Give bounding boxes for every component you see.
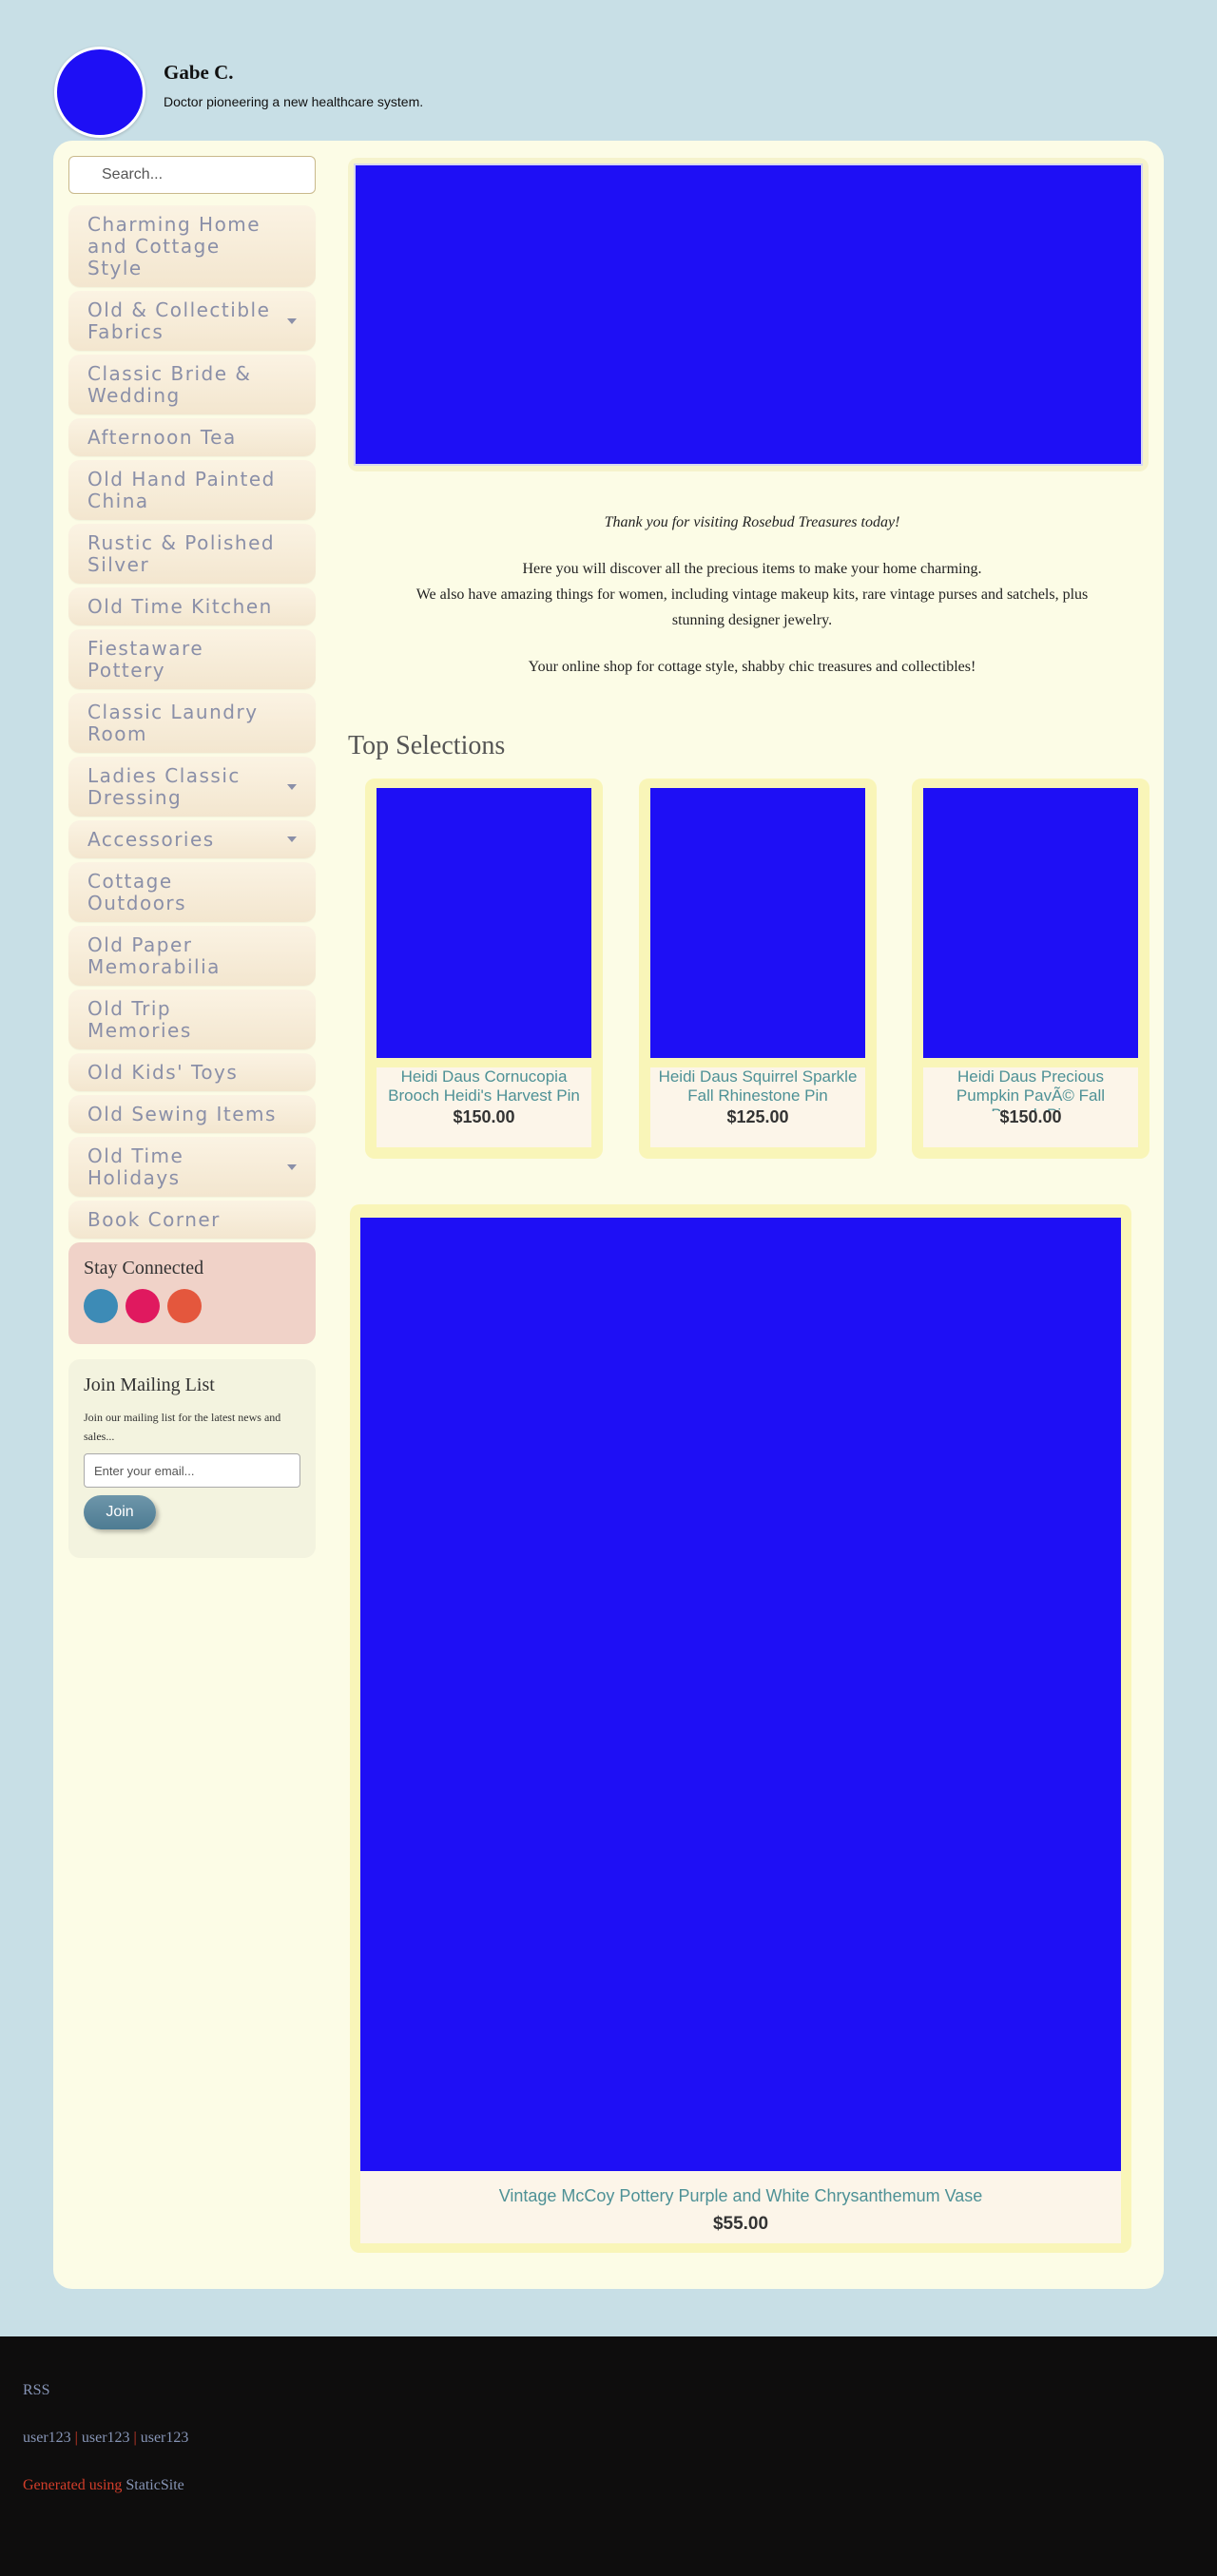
author-avatar[interactable]: [54, 47, 145, 138]
sidebar-item-label: Classic Laundry Room: [87, 701, 259, 745]
social-icon-orange[interactable]: [167, 1289, 202, 1323]
search-box: [68, 156, 316, 194]
featured-product-image[interactable]: [360, 1218, 1121, 2171]
product-card[interactable]: Heidi Daus Precious Pumpkin PavÃ© Fall B…: [912, 779, 1149, 1159]
product-title[interactable]: Heidi Daus Precious Pumpkin PavÃ© Fall B…: [923, 1067, 1138, 1111]
sidebar-item[interactable]: Classic Bride & Wedding: [68, 355, 316, 414]
mailing-list-title: Join Mailing List: [84, 1375, 215, 1395]
sidebar-item-label: Rustic & Polished Silver: [87, 531, 276, 576]
stay-connected-title: Stay Connected: [84, 1258, 204, 1278]
sidebar-item-label: Charming Home and Cottage Style: [87, 213, 261, 279]
main-panel: Charming Home and Cottage Style Old & Col…: [53, 141, 1164, 2289]
product-info: Heidi Daus Precious Pumpkin PavÃ© Fall B…: [923, 1067, 1138, 1147]
sidebar-item-label: Afternoon Tea: [87, 426, 237, 449]
hero-banner: [348, 158, 1149, 471]
sidebar-item[interactable]: Charming Home and Cottage Style: [68, 205, 316, 287]
sidebar-item[interactable]: Cottage Outdoors: [68, 862, 316, 922]
footer: RSS user123 | user123 | user123 Generate…: [0, 2336, 1217, 2576]
product-info: Heidi Daus Squirrel Sparkle Fall Rhinest…: [650, 1067, 865, 1147]
join-button[interactable]: Join: [84, 1495, 156, 1529]
sidebar-item-label: Book Corner: [87, 1208, 221, 1231]
mailing-list-description: Join our mailing list for the latest new…: [84, 1411, 281, 1443]
product-grid: Heidi Daus Cornucopia Brooch Heidi's Har…: [348, 779, 1156, 1187]
sidebar-item[interactable]: Old Kids' Toys: [68, 1053, 316, 1091]
sidebar-item[interactable]: Old & Collectible Fabrics: [68, 291, 316, 351]
product-image[interactable]: [377, 788, 591, 1058]
rss-link[interactable]: RSS: [23, 2382, 49, 2398]
top-selections-title: Top Selections: [348, 731, 506, 760]
product-image[interactable]: [923, 788, 1138, 1058]
featured-product-price: $55.00: [712, 2214, 769, 2234]
sidebar: Charming Home and Cottage Style Old & Col…: [68, 156, 325, 1558]
author-bio: Doctor pioneering a new healthcare syste…: [164, 94, 424, 109]
sidebar-item[interactable]: Ladies Classic Dressing: [68, 757, 316, 817]
sidebar-item[interactable]: Old Hand Painted China: [68, 460, 316, 520]
category-nav: Charming Home and Cottage Style Old & Col…: [68, 205, 325, 1239]
sidebar-item[interactable]: Old Time Holidays: [68, 1137, 316, 1197]
product-image[interactable]: [650, 788, 865, 1058]
product-info: Heidi Daus Cornucopia Brooch Heidi's Har…: [377, 1067, 591, 1147]
sidebar-item-label: Fiestaware Pottery: [87, 637, 204, 682]
product-title[interactable]: Heidi Daus Cornucopia Brooch Heidi's Har…: [377, 1067, 591, 1111]
sidebar-item-label: Cottage Outdoors: [87, 870, 187, 914]
footer-separator: |: [74, 2430, 78, 2446]
sidebar-item[interactable]: Fiestaware Pottery: [68, 629, 316, 689]
author-name: Gabe C.: [164, 61, 234, 84]
social-icon-blue[interactable]: [84, 1289, 118, 1323]
generated-text: Generated using: [23, 2477, 123, 2493]
chevron-down-icon[interactable]: [287, 836, 297, 842]
social-icons: [84, 1289, 300, 1323]
sidebar-item-label: Old Time Kitchen: [87, 595, 273, 618]
product-card[interactable]: Heidi Daus Cornucopia Brooch Heidi's Har…: [365, 779, 603, 1159]
user-link[interactable]: user123: [82, 2430, 130, 2446]
sidebar-item[interactable]: Classic Laundry Room: [68, 693, 316, 753]
search-input[interactable]: [69, 157, 315, 193]
product-price: $150.00: [453, 1107, 515, 1126]
sidebar-item[interactable]: Rustic & Polished Silver: [68, 524, 316, 584]
stay-connected-box: Stay Connected: [68, 1242, 316, 1344]
sidebar-item[interactable]: Old Paper Memorabilia: [68, 926, 316, 986]
hero-image[interactable]: [354, 163, 1143, 466]
sidebar-item[interactable]: Old Trip Memories: [68, 990, 316, 1049]
sidebar-item-label: Ladies Classic Dressing: [87, 764, 241, 809]
sidebar-item[interactable]: Afternoon Tea: [68, 418, 316, 456]
sidebar-item-label: Old Trip Memories: [87, 997, 192, 1042]
intro-text: Thank you for visiting Rosebud Treasures…: [348, 509, 1156, 680]
sidebar-item-label: Accessories: [87, 828, 215, 851]
featured-product-card[interactable]: Vintage McCoy Pottery Purple and White C…: [350, 1204, 1131, 2253]
main-content: Thank you for visiting Rosebud Treasures…: [348, 158, 1156, 2253]
user-link[interactable]: user123: [23, 2430, 71, 2446]
welcome-text: Thank you for visiting Rosebud Treasures…: [604, 514, 900, 530]
intro-line-1: Here you will discover all the precious …: [522, 561, 982, 577]
sidebar-item[interactable]: Accessories: [68, 820, 316, 858]
sidebar-item-label: Old Hand Painted China: [87, 468, 276, 512]
sidebar-item-label: Old & Collectible Fabrics: [87, 298, 271, 343]
product-price: $125.00: [726, 1107, 789, 1126]
sidebar-item-label: Old Time Holidays: [87, 1144, 184, 1189]
sidebar-item-label: Old Paper Memorabilia: [87, 933, 221, 978]
sidebar-item-label: Old Sewing Items: [87, 1103, 277, 1125]
featured-product-title[interactable]: Vintage McCoy Pottery Purple and White C…: [360, 2171, 1121, 2206]
sidebar-item[interactable]: Old Sewing Items: [68, 1095, 316, 1133]
intro-line-2: We also have amazing things for women, i…: [415, 586, 1089, 628]
product-price: $150.00: [999, 1107, 1062, 1126]
product-title[interactable]: Heidi Daus Squirrel Sparkle Fall Rhinest…: [650, 1067, 865, 1111]
chevron-down-icon[interactable]: [287, 1163, 297, 1170]
sidebar-item[interactable]: Book Corner: [68, 1201, 316, 1239]
sidebar-item-label: Classic Bride & Wedding: [87, 362, 252, 407]
chevron-down-icon[interactable]: [287, 783, 297, 790]
intro-line-3: Your online shop for cottage style, shab…: [528, 659, 976, 675]
sidebar-item[interactable]: Old Time Kitchen: [68, 587, 316, 625]
user-link[interactable]: user123: [141, 2430, 189, 2446]
footer-separator: |: [133, 2430, 137, 2446]
sidebar-item-label: Old Kids' Toys: [87, 1061, 239, 1084]
mailing-list-box: Join Mailing List Join our mailing list …: [68, 1359, 316, 1558]
featured-product-info: Vintage McCoy Pottery Purple and White C…: [360, 2171, 1121, 2243]
product-card[interactable]: Heidi Daus Squirrel Sparkle Fall Rhinest…: [639, 779, 877, 1159]
social-icon-pink[interactable]: [126, 1289, 160, 1323]
chevron-down-icon[interactable]: [287, 317, 297, 324]
generator-link[interactable]: StaticSite: [126, 2477, 184, 2493]
email-field[interactable]: [84, 1453, 300, 1488]
